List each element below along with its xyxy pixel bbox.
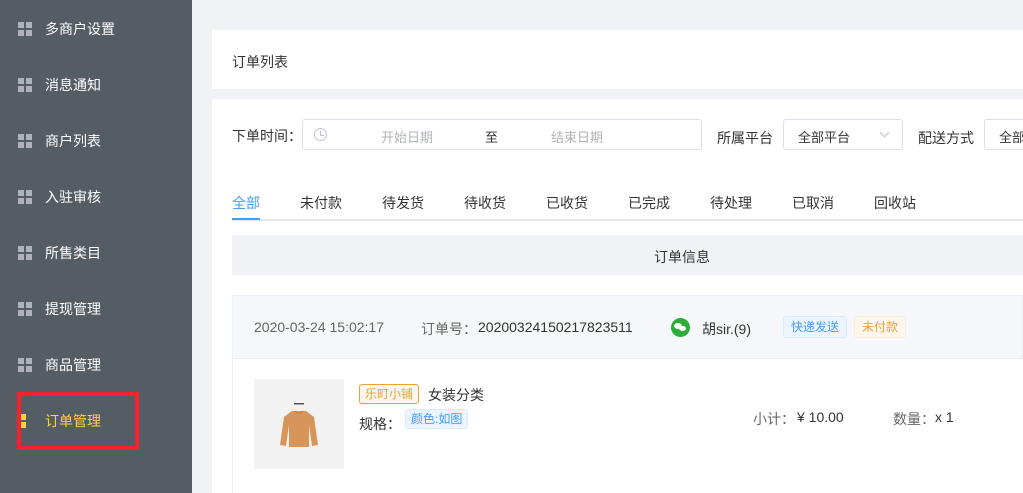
tab-cancelled[interactable]: 已取消 xyxy=(792,193,834,213)
sidebar-item-label: 入驻审核 xyxy=(45,189,101,205)
sidebar-item-products[interactable]: 商品管理 xyxy=(0,337,192,393)
order-time-label: 下单时间： xyxy=(232,128,302,144)
status-badge: 未付款 xyxy=(854,316,907,338)
range-separator: 至 xyxy=(485,130,499,145)
sidebar-item-label: 提现管理 xyxy=(45,301,101,317)
product-category: 女装分类 xyxy=(428,387,484,403)
order-item-row: 乐町小铺 女装分类 规格： 颜色:如图 小计： ¥ 10.00 数量： x 1 xyxy=(232,359,1023,493)
grid-icon xyxy=(18,414,32,428)
grid-icon xyxy=(18,134,32,148)
sidebar-item-label: 订单管理 xyxy=(45,413,101,429)
subtotal-value: ¥ 10.00 xyxy=(797,409,844,425)
sidebar: 多商户设置 消息通知 商户列表 入驻审核 所售类目 提现管理 商品管理 订单管理 xyxy=(0,0,192,493)
tab-to-receive[interactable]: 待收货 xyxy=(464,193,506,213)
sidebar-item-notifications[interactable]: 消息通知 xyxy=(0,57,192,113)
order-list-panel: 下单时间： 开始日期 至 结束日期 所属平台 全部平台 配送方式 全部 全部 未… xyxy=(212,99,1023,493)
sidebar-item-label: 消息通知 xyxy=(45,77,101,93)
sidebar-item-onboarding-review[interactable]: 入驻审核 xyxy=(0,169,192,225)
date-range-picker[interactable]: 开始日期 至 结束日期 xyxy=(302,119,702,150)
grid-icon xyxy=(18,246,32,260)
grid-icon xyxy=(18,22,32,36)
chevron-down-icon xyxy=(879,127,890,138)
delivery-badge: 快递发送 xyxy=(783,316,848,338)
grid-icon xyxy=(18,358,32,372)
tab-unpaid[interactable]: 未付款 xyxy=(300,193,342,213)
shop-badge: 乐町小铺 xyxy=(359,384,420,404)
wechat-icon xyxy=(671,318,690,337)
grid-icon xyxy=(18,302,32,316)
order-time: 2020-03-24 15:02:17 xyxy=(254,319,384,335)
sidebar-item-label: 多商户设置 xyxy=(45,21,115,37)
product-image[interactable] xyxy=(254,379,344,469)
delivery-select-value: 全部 xyxy=(999,130,1023,145)
column-header-order-info: 订单信息 xyxy=(654,249,710,265)
tab-completed[interactable]: 已完成 xyxy=(628,193,670,213)
page-title: 订单列表 xyxy=(232,54,288,70)
subtotal-label: 小计： xyxy=(753,411,795,427)
sidebar-item-orders[interactable]: 订单管理 xyxy=(0,393,192,449)
grid-icon xyxy=(18,190,32,204)
sidebar-item-categories[interactable]: 所售类目 xyxy=(0,225,192,281)
order-number: 20200324150217823511 xyxy=(478,319,633,335)
tab-received[interactable]: 已收货 xyxy=(546,193,588,213)
buyer-name[interactable]: 胡sir.(9) xyxy=(702,319,751,339)
quantity-label: 数量： xyxy=(893,411,935,427)
tab-pending[interactable]: 待处理 xyxy=(710,193,752,213)
sidebar-item-label: 商户列表 xyxy=(45,133,101,149)
sidebar-item-merchant-list[interactable]: 商户列表 xyxy=(0,113,192,169)
tab-all[interactable]: 全部 xyxy=(232,193,260,213)
spec-value-badge: 颜色:如图 xyxy=(405,409,469,429)
active-tab-indicator xyxy=(232,218,260,220)
sweater-image xyxy=(280,403,318,447)
order-status-tabs: 全部 未付款 待发货 待收货 已收货 已完成 待处理 已取消 回收站 xyxy=(232,185,1023,221)
delivery-label: 配送方式 xyxy=(918,130,974,146)
grid-icon xyxy=(18,78,32,92)
sidebar-item-merchant-settings[interactable]: 多商户设置 xyxy=(0,1,192,57)
sidebar-item-label: 商品管理 xyxy=(45,357,101,373)
clock-icon xyxy=(314,128,327,141)
platform-select[interactable]: 全部平台 xyxy=(783,119,903,150)
start-date-input[interactable]: 开始日期 xyxy=(381,127,433,146)
page-header: 订单列表 xyxy=(212,30,1023,89)
delivery-select[interactable]: 全部 xyxy=(984,119,1023,150)
spec-label: 规格： xyxy=(359,416,401,432)
tab-recycle-bin[interactable]: 回收站 xyxy=(874,193,916,213)
tab-to-ship[interactable]: 待发货 xyxy=(382,193,424,213)
platform-label: 所属平台 xyxy=(717,130,773,146)
order-no-label: 订单号： xyxy=(421,321,477,337)
table-header: 订单信息 xyxy=(232,235,1023,275)
end-date-input[interactable]: 结束日期 xyxy=(551,127,603,146)
platform-select-value: 全部平台 xyxy=(798,130,851,145)
order-row-header: 2020-03-24 15:02:17 订单号： 202003241502178… xyxy=(232,295,1023,359)
sidebar-item-withdrawals[interactable]: 提现管理 xyxy=(0,281,192,337)
quantity-value: x 1 xyxy=(935,409,954,425)
sidebar-item-label: 所售类目 xyxy=(45,245,101,261)
